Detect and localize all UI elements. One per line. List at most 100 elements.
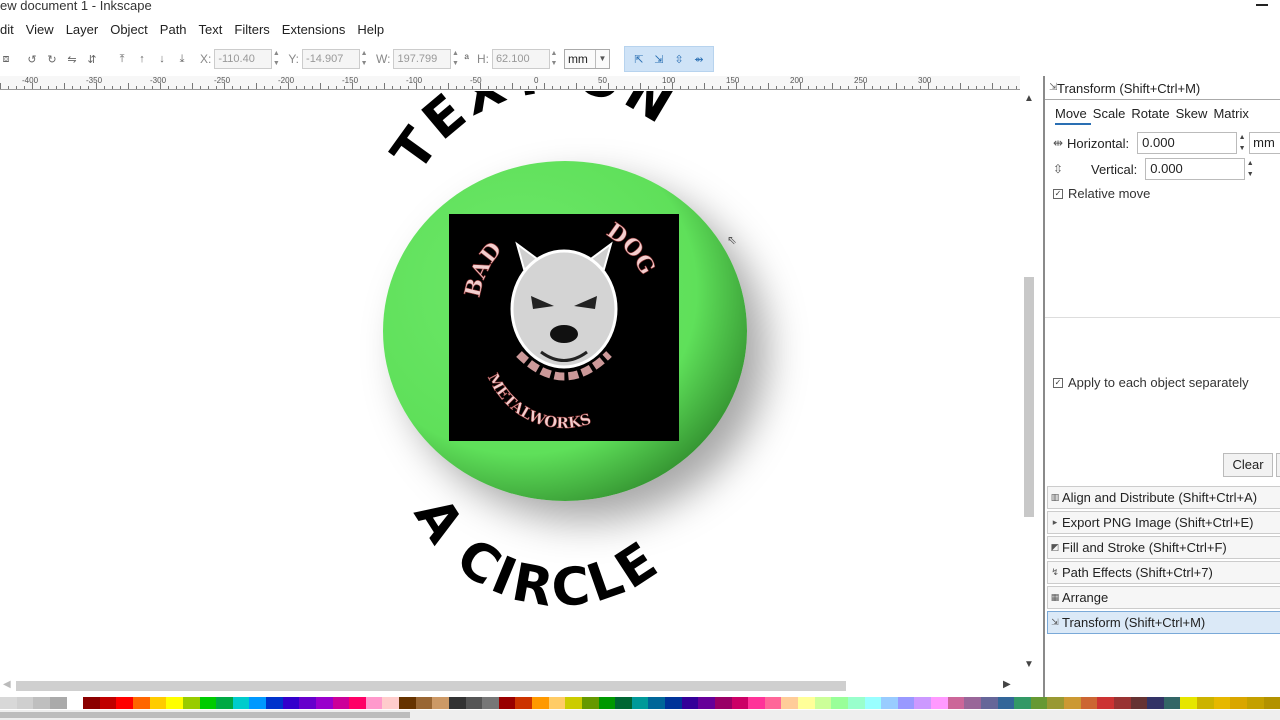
- color-swatch[interactable]: [1130, 697, 1148, 709]
- color-swatch[interactable]: [931, 697, 948, 709]
- color-swatch[interactable]: [1147, 697, 1164, 709]
- color-swatch[interactable]: [149, 697, 167, 709]
- color-swatch[interactable]: [432, 697, 449, 709]
- apply-each-checkbox[interactable]: ✓: [1053, 377, 1063, 388]
- color-swatch[interactable]: [133, 697, 150, 709]
- color-swatch[interactable]: [581, 697, 599, 709]
- horizontal-scrollbar[interactable]: ◀ ▶: [0, 677, 1038, 695]
- color-swatch[interactable]: [1197, 697, 1214, 709]
- w-input[interactable]: 197.799: [393, 49, 452, 69]
- color-swatch[interactable]: [831, 697, 848, 709]
- lower-to-bottom-icon[interactable]: ⤓: [173, 50, 191, 68]
- color-swatch[interactable]: [415, 697, 433, 709]
- color-swatch[interactable]: [83, 697, 100, 709]
- minimize-icon[interactable]: [1256, 4, 1268, 6]
- color-swatch[interactable]: [1263, 697, 1280, 709]
- menu-help[interactable]: Help: [351, 18, 390, 42]
- color-swatch[interactable]: [199, 697, 217, 709]
- vertical-input[interactable]: 0.000: [1145, 158, 1246, 180]
- drawing-canvas[interactable]: BAD DOG METALWORKS TEX N A CIRCLE: [0, 91, 1020, 677]
- color-swatch[interactable]: [1213, 697, 1231, 709]
- color-swatch[interactable]: [615, 697, 632, 709]
- color-swatch[interactable]: [748, 697, 765, 709]
- x-input[interactable]: -110.40: [214, 49, 273, 69]
- color-swatch[interactable]: [282, 697, 300, 709]
- menu-edit[interactable]: dit: [0, 18, 20, 42]
- relative-move-option[interactable]: ✓ Relative move: [1053, 186, 1150, 201]
- tab-rotate[interactable]: Rotate: [1131, 106, 1173, 125]
- color-swatch[interactable]: [332, 697, 350, 709]
- color-swatch[interactable]: [49, 697, 67, 709]
- color-swatch[interactable]: [648, 697, 665, 709]
- color-swatch[interactable]: [0, 697, 17, 709]
- color-swatch[interactable]: [448, 697, 466, 709]
- color-swatch[interactable]: [1030, 697, 1048, 709]
- color-swatch[interactable]: [731, 697, 749, 709]
- color-swatch[interactable]: [714, 697, 732, 709]
- color-swatch[interactable]: [532, 697, 549, 709]
- color-swatch[interactable]: [66, 697, 84, 709]
- horizontal-unit-select[interactable]: mm: [1249, 132, 1280, 154]
- tab-skew[interactable]: Skew: [1176, 106, 1212, 125]
- flip-horizontal-icon[interactable]: ⇋: [63, 50, 81, 68]
- menu-layer[interactable]: Layer: [60, 18, 105, 42]
- color-swatch[interactable]: [565, 697, 582, 709]
- rotate-cw-icon[interactable]: ↻: [43, 50, 61, 68]
- unit-select[interactable]: mm ▼: [563, 49, 610, 69]
- color-swatch[interactable]: [16, 697, 34, 709]
- tab-matrix[interactable]: Matrix: [1213, 106, 1252, 125]
- raise-icon[interactable]: ↑: [133, 50, 151, 68]
- color-swatch[interactable]: [1064, 697, 1081, 709]
- color-swatch[interactable]: [764, 697, 782, 709]
- color-swatch[interactable]: [947, 697, 965, 709]
- color-swatch[interactable]: [266, 697, 283, 709]
- color-swatch[interactable]: [814, 697, 832, 709]
- color-swatch[interactable]: [864, 697, 882, 709]
- scale-stroke-icon[interactable]: ⇱: [630, 50, 648, 68]
- color-swatch[interactable]: [1230, 697, 1247, 709]
- curved-text-bottom[interactable]: A CIRCLE: [402, 487, 671, 619]
- curved-text-top[interactable]: TEXT ON: [381, 91, 687, 182]
- color-swatch[interactable]: [1180, 697, 1197, 709]
- color-swatch[interactable]: [681, 697, 699, 709]
- dock-item-fill-stroke[interactable]: ◩ Fill and Stroke (Shift+Ctrl+F): [1047, 536, 1280, 559]
- color-swatch[interactable]: [365, 697, 383, 709]
- color-swatch[interactable]: [1113, 697, 1131, 709]
- color-swatch[interactable]: [847, 697, 865, 709]
- dock-item-export[interactable]: ▸ Export PNG Image (Shift+Ctrl+E): [1047, 511, 1280, 534]
- lock-icon[interactable]: ª: [464, 52, 468, 66]
- tab-move[interactable]: Move: [1055, 106, 1091, 125]
- vertical-spinner[interactable]: ▲ ▼: [1245, 158, 1255, 180]
- color-swatch[interactable]: [99, 697, 117, 709]
- color-swatch[interactable]: [33, 697, 50, 709]
- color-swatch[interactable]: [349, 697, 366, 709]
- clear-button[interactable]: Clear: [1223, 453, 1273, 477]
- select-all-icon[interactable]: ⧈: [1, 50, 11, 68]
- scroll-down-icon[interactable]: ▼: [1024, 659, 1034, 670]
- color-swatch[interactable]: [216, 697, 233, 709]
- vertical-scroll-thumb[interactable]: [1024, 277, 1034, 517]
- color-swatch[interactable]: [964, 697, 981, 709]
- dock-item-align[interactable]: ▥ Align and Distribute (Shift+Ctrl+A): [1047, 486, 1280, 509]
- transform-gradients-icon[interactable]: ⇳: [670, 50, 688, 68]
- color-swatch[interactable]: [299, 697, 316, 709]
- apply-button[interactable]: [1276, 453, 1280, 477]
- menu-extensions[interactable]: Extensions: [276, 18, 352, 42]
- horizontal-spinner[interactable]: ▲ ▼: [1237, 132, 1247, 154]
- color-swatch[interactable]: [1163, 697, 1181, 709]
- menu-object[interactable]: Object: [104, 18, 154, 42]
- color-swatch[interactable]: [1080, 697, 1098, 709]
- dock-item-path-effects[interactable]: ↯ Path Effects (Shift+Ctrl+7): [1047, 561, 1280, 584]
- dock-item-arrange[interactable]: ▦ Arrange: [1047, 586, 1280, 609]
- color-swatch[interactable]: [997, 697, 1015, 709]
- color-swatch[interactable]: [980, 697, 998, 709]
- color-swatch[interactable]: [498, 697, 516, 709]
- color-swatch[interactable]: [1246, 697, 1264, 709]
- relative-move-checkbox[interactable]: ✓: [1053, 188, 1063, 199]
- color-swatch[interactable]: [399, 697, 416, 709]
- color-swatch[interactable]: [232, 697, 250, 709]
- color-swatch[interactable]: [798, 697, 815, 709]
- color-swatch[interactable]: [781, 697, 798, 709]
- color-swatch[interactable]: [116, 697, 133, 709]
- color-swatch[interactable]: [914, 697, 931, 709]
